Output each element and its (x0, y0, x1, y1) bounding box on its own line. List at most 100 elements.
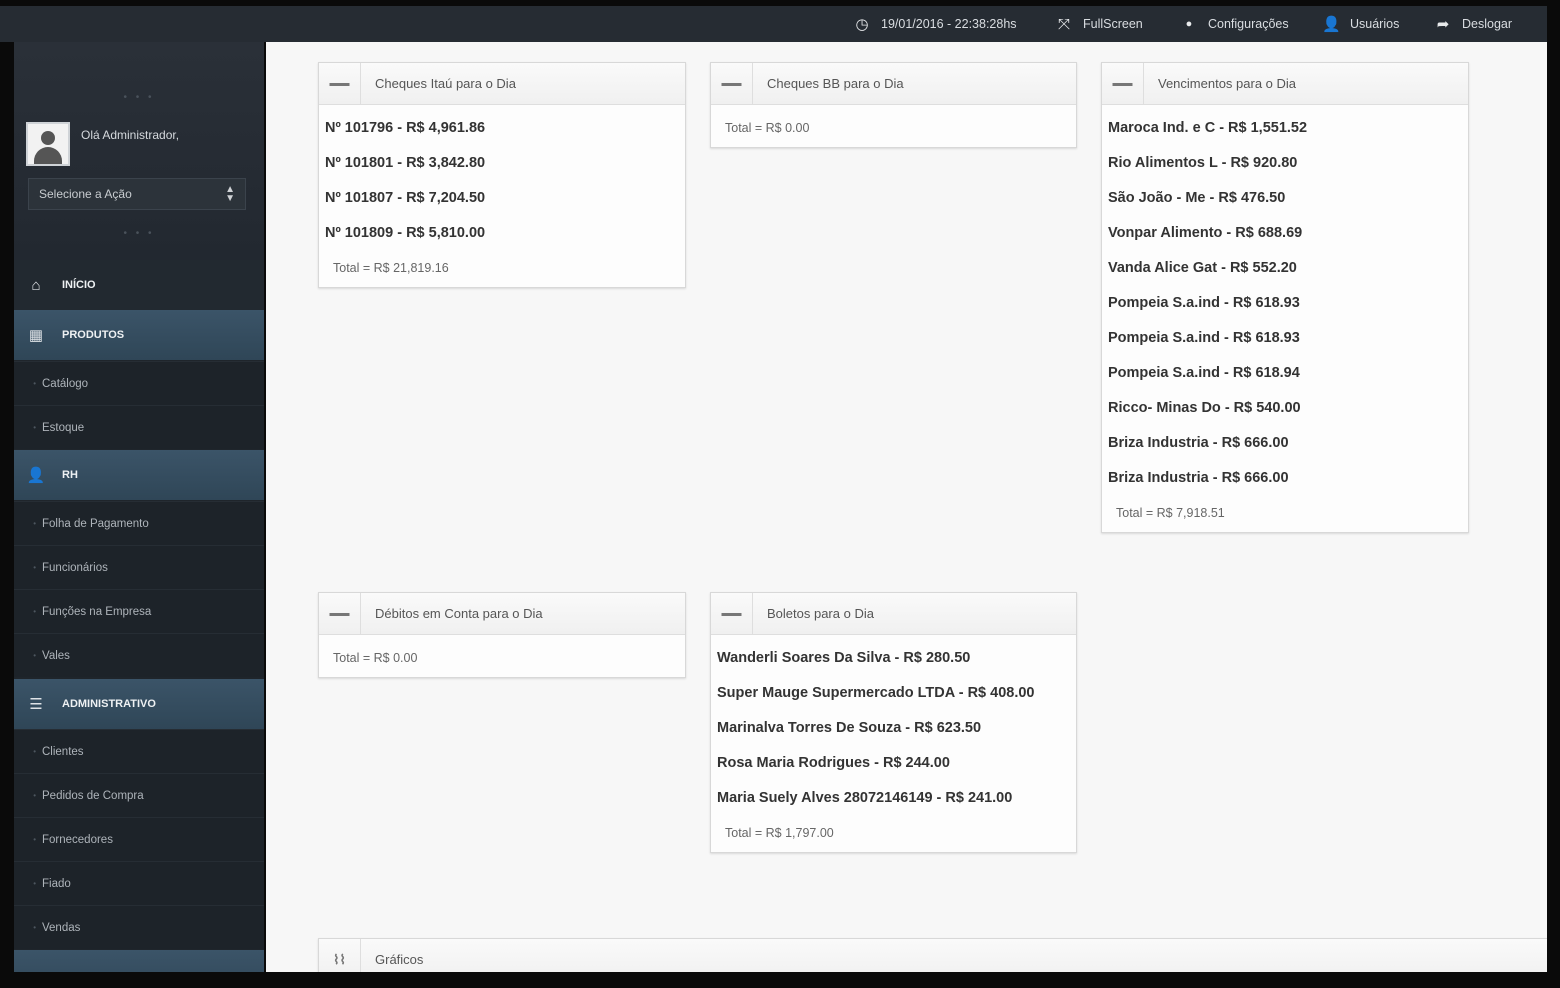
nav-sub-clientes[interactable]: • Clientes (14, 729, 264, 773)
nav-sub-label: Fiado (42, 877, 71, 890)
chart-icon: ⌇⌇ (319, 938, 361, 972)
list-item: Rosa Maria Rodrigues - R$ 244.00 (717, 755, 950, 771)
nav-sub-label: Catálogo (42, 377, 89, 390)
users-label: Usuários (1350, 17, 1400, 31)
list-icon: ▬▬ (711, 62, 753, 105)
widget-total: Total = R$ 0.00 (333, 651, 418, 665)
nav-administrativo-label: ADMINISTRATIVO (62, 698, 156, 710)
nav-sub-label: Vales (42, 649, 70, 662)
widget-title: Cheques Itaú para o Dia (375, 76, 516, 91)
gear-icon: ● (1185, 18, 1193, 30)
list-item: Marinalva Torres De Souza - R$ 623.50 (717, 720, 982, 736)
settings-label: Configurações (1208, 17, 1289, 31)
list-icon: ▬▬ (1102, 62, 1144, 105)
action-select[interactable]: Selecione a Ação ▲ ▼ (28, 178, 246, 210)
list-icon: ▬▬ (319, 592, 361, 635)
widget-header: ▬▬ Cheques BB para o Dia (711, 62, 1076, 105)
nav-rh[interactable]: 👤 RH (14, 450, 264, 500)
widget-cheques-itau: ▬▬ Cheques Itaú para o Dia Nº 101796 - R… (318, 62, 686, 288)
list-item: Pompeia S.a.ind - R$ 618.93 (1108, 295, 1300, 311)
clock-icon: ◷ (855, 16, 869, 33)
nav-sub-funcionarios[interactable]: • Funcionários (14, 545, 264, 589)
divider-dots: • • • (123, 228, 155, 239)
nav-sub-vales[interactable]: • Vales (14, 633, 264, 677)
datetime-display: ◷ 19/01/2016 - 22:38:28hs (853, 6, 1017, 42)
top-bar: ◷ 19/01/2016 - 22:38:28hs ⤧ FullScreen ●… (0, 6, 1547, 42)
widget-body: Wanderli Soares Da Silva - R$ 280.50 Sup… (711, 635, 1076, 852)
nav-sub-folha[interactable]: • Folha de Pagamento (14, 501, 264, 545)
list-item: Briza Industria - R$ 666.00 (1108, 470, 1289, 486)
nav-sub-funcoes[interactable]: • Funções na Empresa (14, 589, 264, 633)
list-item: Wanderli Soares Da Silva - R$ 280.50 (717, 650, 971, 666)
nav-sub-vendas[interactable]: • Vendas (14, 905, 264, 949)
fullscreen-icon: ⤧ (1057, 15, 1070, 33)
widget-header: ▬▬ Débitos em Conta para o Dia (319, 592, 685, 635)
nav-sub-label: Folha de Pagamento (42, 517, 149, 530)
logout-button[interactable]: ➦ Deslogar (1434, 6, 1512, 42)
nav-sub-catalogo[interactable]: • Catálogo (14, 361, 264, 405)
list-item: Nº 101809 - R$ 5,810.00 (325, 225, 486, 241)
nav-sub-label: Estoque (42, 421, 85, 434)
divider-dots: • • • (123, 92, 155, 103)
nav-sub-label: Clientes (42, 745, 84, 758)
nav-sub-label: Fornecedores (42, 833, 113, 846)
widget-boletos: ▬▬ Boletos para o Dia Wanderli Soares Da… (710, 592, 1077, 853)
avatar (26, 122, 70, 166)
select-arrows-icon: ▲ ▼ (225, 184, 235, 204)
widget-graficos: ⌇⌇ Gráficos (318, 938, 1547, 972)
nav-produtos[interactable]: ▦ PRODUTOS (14, 310, 264, 360)
settings-button[interactable]: ● Configurações (1180, 6, 1289, 42)
share-arrow-icon: ➦ (1436, 16, 1450, 33)
list-item: Maroca Ind. e C - R$ 1,551.52 (1108, 120, 1308, 136)
nav-home[interactable]: ⌂ INÍCIO (14, 260, 264, 310)
nav-home-label: INÍCIO (62, 279, 96, 291)
nav-sub-label: Funções na Empresa (42, 605, 152, 618)
main-content: ▬▬ Cheques Itaú para o Dia Nº 101796 - R… (266, 42, 1547, 972)
list-item: Vanda Alice Gat - R$ 552.20 (1108, 260, 1297, 276)
widget-body: Total = R$ 0.00 (319, 635, 685, 677)
list-item: Briza Industria - R$ 666.00 (1108, 435, 1289, 451)
nav-sub-pedidos[interactable]: • Pedidos de Compra (14, 773, 264, 817)
list-item: Rio Alimentos L - R$ 920.80 (1108, 155, 1298, 171)
home-icon: ⌂ (31, 276, 41, 294)
nav-sub-fiado[interactable]: • Fiado (14, 861, 264, 905)
greeting-text: Olá Administrador, (81, 128, 180, 142)
widget-header: ▬▬ Cheques Itaú para o Dia (319, 62, 685, 105)
widget-debitos: ▬▬ Débitos em Conta para o Dia Total = R… (318, 592, 686, 678)
widget-total: Total = R$ 21,819.16 (333, 261, 449, 275)
nav-administrativo[interactable]: ☰ ADMINISTRATIVO (14, 679, 264, 729)
list-item: Maria Suely Alves 28072146149 - R$ 241.0… (717, 790, 1013, 806)
widget-total: Total = R$ 1,797.00 (725, 826, 834, 840)
users-button[interactable]: 👤 Usuários (1322, 6, 1399, 42)
building-icon: ▦ (28, 327, 44, 344)
nav-rh-label: RH (62, 469, 78, 481)
list-item: Pompeia S.a.ind - R$ 618.93 (1108, 330, 1300, 346)
nav-sub-label: Funcionários (42, 561, 108, 574)
list-item: Nº 101801 - R$ 3,842.80 (325, 155, 486, 171)
widget-cheques-bb: ▬▬ Cheques BB para o Dia Total = R$ 0.00 (710, 62, 1077, 148)
widget-header: ▬▬ Vencimentos para o Dia (1102, 62, 1468, 105)
nav-produtos-label: PRODUTOS (62, 329, 125, 341)
nav-sub-estoque[interactable]: • Estoque (14, 405, 264, 449)
fullscreen-label: FullScreen (1083, 17, 1143, 31)
nav-sub-label: Vendas (42, 921, 81, 934)
widget-total: Total = R$ 0.00 (725, 121, 810, 135)
datetime-text: 19/01/2016 - 22:38:28hs (881, 17, 1017, 31)
nav-next-section[interactable] (14, 950, 264, 972)
logout-label: Deslogar (1462, 17, 1513, 31)
widget-title: Boletos para o Dia (767, 606, 874, 621)
list-icon: ▬▬ (319, 62, 361, 105)
list-item: Ricco- Minas Do - R$ 540.00 (1108, 400, 1301, 416)
widget-body: Nº 101796 - R$ 4,961.86 Nº 101801 - R$ 3… (319, 105, 685, 287)
widget-total: Total = R$ 7,918.51 (1116, 506, 1225, 520)
nav-sub-fornecedores[interactable]: • Fornecedores (14, 817, 264, 861)
fullscreen-button[interactable]: ⤧ FullScreen (1055, 6, 1143, 42)
widget-body: Total = R$ 0.00 (711, 105, 1076, 147)
app-window: ◷ 19/01/2016 - 22:38:28hs ⤧ FullScreen ●… (0, 0, 1560, 988)
user-icon: 👤 (1322, 16, 1341, 33)
widget-title: Vencimentos para o Dia (1158, 76, 1297, 91)
widget-title: Gráficos (375, 952, 424, 967)
user-icon: 👤 (26, 467, 46, 484)
widget-header: ▬▬ Boletos para o Dia (711, 592, 1076, 635)
list-icon: ▬▬ (711, 592, 753, 635)
